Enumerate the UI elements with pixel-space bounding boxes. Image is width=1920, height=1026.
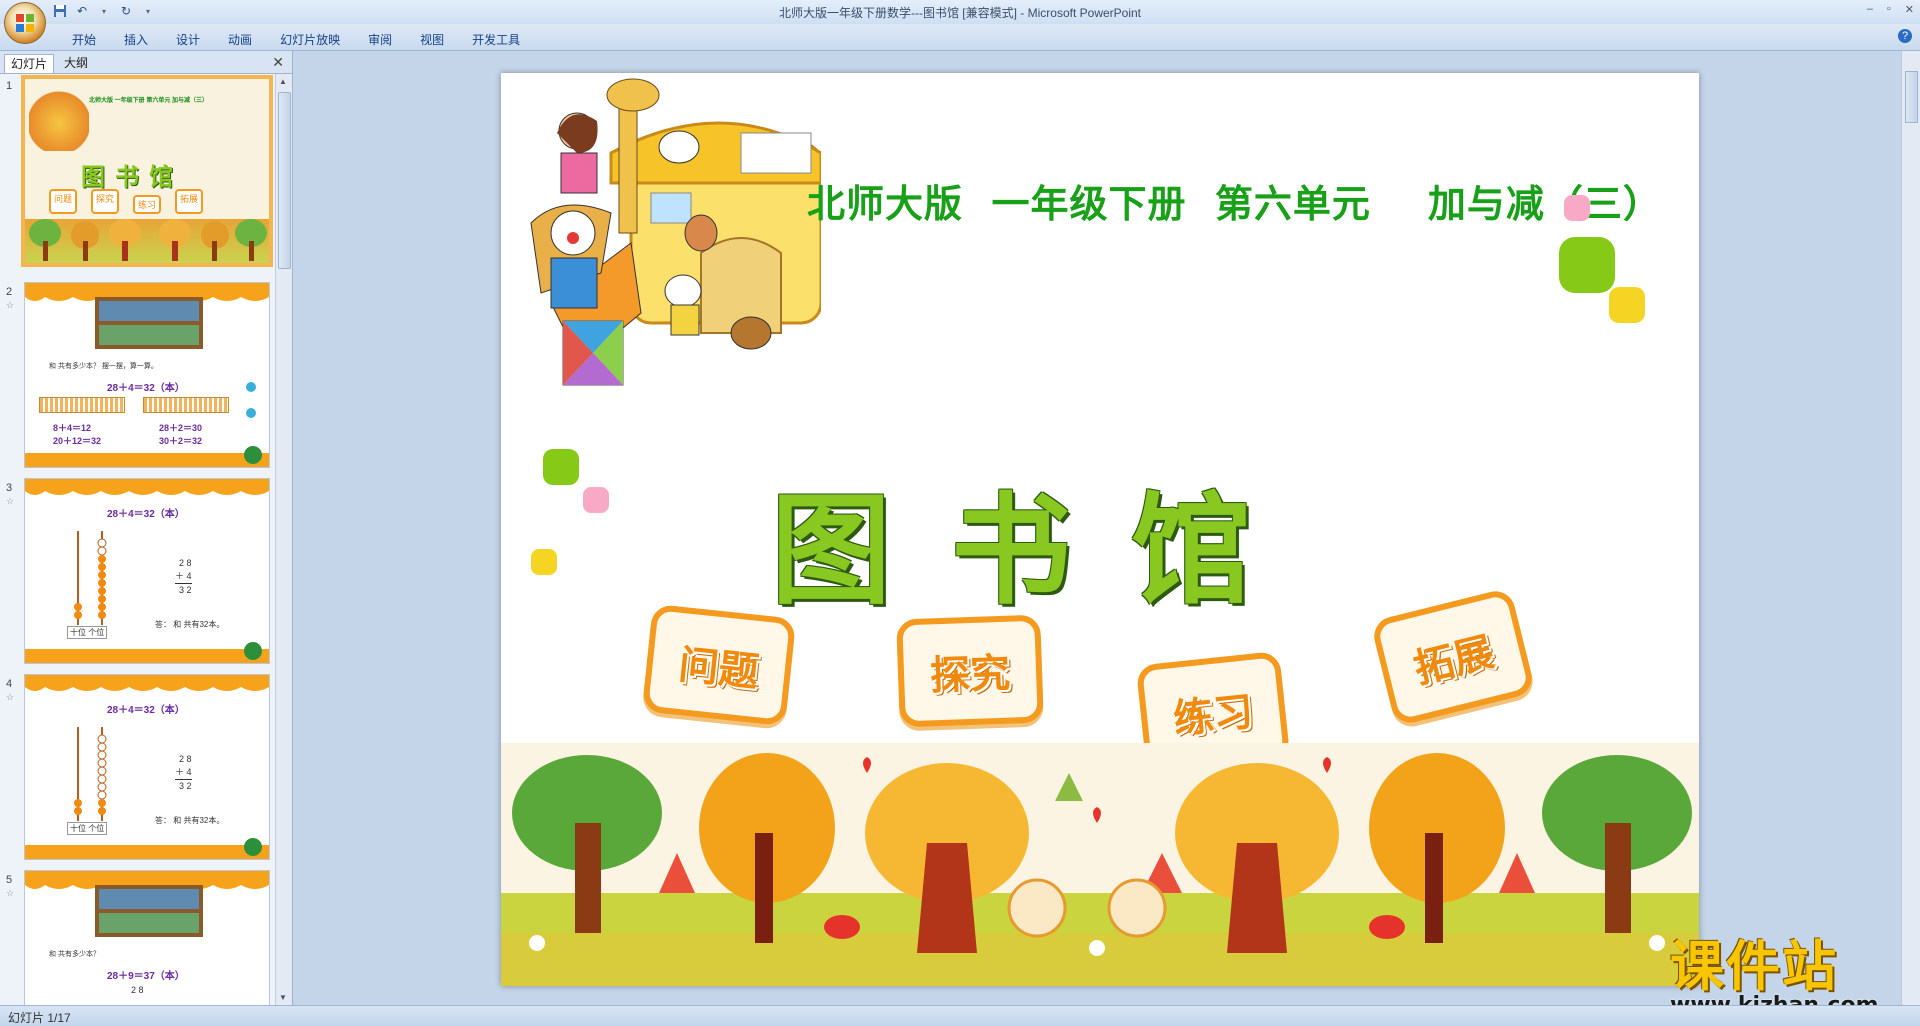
cartoon-image <box>29 81 89 151</box>
thumb-text: 2 8 <box>179 558 192 568</box>
badge-label: 拓展 <box>1409 628 1499 693</box>
thumb-text: 和 <box>49 363 56 370</box>
current-slide[interactable]: 北师大版 一年级下册 第六单元 加与减（三） 图书馆 问题 探究 练习 拓展 <box>501 73 1699 986</box>
slide-counter: 幻灯片 1/17 <box>8 1011 71 1025</box>
close-button[interactable]: ✕ <box>1905 3 1914 16</box>
scroll-up-icon[interactable]: ▲ <box>279 77 287 86</box>
thumb-equation: 28＋4＝32（本） <box>107 383 185 394</box>
tab-animations[interactable]: 动画 <box>214 29 266 50</box>
badge-question[interactable]: 问题 <box>641 603 797 727</box>
panel-tabs: 幻灯片 大纲 ✕ <box>0 51 292 74</box>
animation-star-icon: ☆ <box>6 692 15 702</box>
thumb-header: 北师大版 一年级下册 第六单元 加与减（三） <box>89 98 209 104</box>
slide-number: 3 <box>6 482 13 494</box>
slide-number: 5 <box>6 874 13 886</box>
thumb-answer: 答： 和 共有32本。 <box>155 816 225 825</box>
title-bar: ↶ ▾ ↻ ▾ 北师大版一年级下册数学---图书馆 [兼容模式] - Micro… <box>0 0 1920 44</box>
thumb-equation: 28＋9＝37（本） <box>107 971 185 982</box>
cartoon-house-illustration <box>530 78 821 386</box>
animation-star-icon: ☆ <box>6 888 15 898</box>
scroll-thumb[interactable] <box>1905 71 1918 123</box>
thumb-forest <box>25 219 269 263</box>
thumb-badge: 探究 <box>91 189 120 214</box>
tab-review[interactable]: 审阅 <box>354 29 406 50</box>
thumb-equation: 28＋4＝32（本） <box>107 705 185 716</box>
slide-thumbnail-2[interactable]: 和 共有多少本？ 摆一摆，算一算。 28＋4＝32（本） 8＋4＝12 20＋1… <box>24 282 270 468</box>
tab-outline[interactable]: 大纲 <box>58 54 94 72</box>
badge-label: 探究 <box>929 650 1011 700</box>
window-controls: – ▫ ✕ <box>1867 3 1914 16</box>
thumb-text: ＋ 4 <box>175 766 192 780</box>
slide-number: 4 <box>6 678 13 690</box>
thumb-text: 20＋12＝32 <box>53 436 102 446</box>
thumb-text: 3 2 <box>179 585 192 595</box>
tab-view[interactable]: 视图 <box>406 29 458 50</box>
decor-octagon <box>1559 237 1615 293</box>
thumb-title: 图书馆 <box>81 164 183 191</box>
watermark-brand: 课件站 <box>1670 935 1838 998</box>
maximize-button[interactable]: ▫ <box>1887 3 1891 16</box>
scroll-down-icon[interactable]: ▼ <box>279 993 287 1002</box>
slide-thumbnail-1[interactable]: 北师大版 一年级下册 第六单元 加与减（三） 图书馆 问题 探究 练习 拓展 <box>21 75 273 267</box>
slide-thumbnail-3[interactable]: 28＋4＝32（本） 2 8 ＋ 4 3 2 答： 和 共有32本。 十位 个位 <box>24 478 270 664</box>
animation-star-icon: ☆ <box>6 300 15 310</box>
slide-number: 2 <box>6 286 13 298</box>
badge-label: 问题 <box>676 641 761 697</box>
status-bar: 幻灯片 1/17 <box>0 1005 1920 1026</box>
office-button[interactable] <box>4 2 46 44</box>
scroll-thumb[interactable] <box>278 92 291 269</box>
office-logo-icon <box>16 14 34 32</box>
slide-thumbnail-5[interactable]: 和 共有多少本？ 28＋9＝37（本） 2 8 <box>24 870 270 1005</box>
thumb-text: 30＋2＝32 <box>159 436 203 446</box>
thumb-text: 共有多少本？ 摆一摆，算一算。 <box>57 363 158 370</box>
badge-label: 练习 <box>1171 688 1256 744</box>
forest-illustration <box>501 743 1699 986</box>
slide-subtitle: 北师大版 一年级下册 第六单元 加与减（三） <box>807 182 1662 226</box>
slide-thumbnail-list[interactable]: 1 北师大版 一年级下册 第六单元 加与减（三） 图书馆 问题 探究 练习 拓展 <box>0 74 274 1005</box>
slide-thumbnail-4[interactable]: 28＋4＝32（本） 2 8 ＋ 4 3 2 答： 和 共有32本。 十位 个位 <box>24 674 270 860</box>
thumb-sticks <box>39 397 125 413</box>
animation-star-icon: ☆ <box>6 496 15 506</box>
tab-slideshow[interactable]: 幻灯片放映 <box>266 29 354 50</box>
thumb-text: 和 <box>49 951 56 958</box>
thumb-text: 共有多少本？ <box>57 951 100 958</box>
decor-octagon <box>531 549 557 575</box>
decor-octagon <box>583 487 609 513</box>
tab-design[interactable]: 设计 <box>162 29 214 50</box>
tab-home[interactable]: 开始 <box>58 29 110 50</box>
site-watermark: 课件站 www.kjzhan.com <box>1670 922 1879 1018</box>
thumb-text: 8＋4＝12 <box>53 423 92 433</box>
thumbnail-scrollbar[interactable]: ▲ ▼ <box>275 74 292 1005</box>
slide-number: 1 <box>6 80 13 92</box>
badge-explore[interactable]: 探究 <box>896 614 1044 728</box>
thumb-text: 2 8 <box>179 754 192 764</box>
thumb-text: ＋ 4 <box>175 570 192 584</box>
thumb-text: 3 2 <box>179 781 192 791</box>
decor-octagon <box>1564 195 1590 221</box>
badge-extend[interactable]: 拓展 <box>1370 587 1536 727</box>
tab-insert[interactable]: 插入 <box>110 29 162 50</box>
thumb-answer: 答： 和 共有32本。 <box>155 620 225 629</box>
window-title: 北师大版一年级下册数学---图书馆 [兼容模式] - Microsoft Pow… <box>778 6 1142 20</box>
slide-title: 图书馆 <box>771 480 1311 621</box>
decor-octagon <box>543 449 579 485</box>
slides-panel: 幻灯片 大纲 ✕ 1 北师大版 一年级下册 第六单元 加与减（三） 图书馆 问题… <box>0 51 293 1005</box>
thumb-text: 2 8 <box>131 985 144 995</box>
slide-scrollbar[interactable] <box>1901 51 1920 1005</box>
tab-developer[interactable]: 开发工具 <box>458 29 534 50</box>
ribbon-tab-bar: 开始 插入 设计 动画 幻灯片放映 审阅 视图 开发工具 ? <box>0 24 1920 51</box>
thumb-sticks <box>143 397 229 413</box>
thumb-place-label: 十位 个位 <box>67 822 108 835</box>
thumb-place-label: 十位 个位 <box>67 626 108 639</box>
tab-slides[interactable]: 幻灯片 <box>4 54 55 73</box>
help-icon[interactable]: ? <box>1898 29 1912 43</box>
close-panel-icon[interactable]: ✕ <box>272 54 284 71</box>
thumb-badge: 练习 <box>133 195 162 214</box>
decor-octagon <box>1609 287 1645 323</box>
thumb-text: 28＋2＝30 <box>159 423 203 433</box>
thumb-equation: 28＋4＝32（本） <box>107 509 185 520</box>
thumb-badge: 拓展 <box>175 189 204 214</box>
minimize-button[interactable]: – <box>1867 3 1873 16</box>
thumb-badge: 问题 <box>49 189 78 214</box>
